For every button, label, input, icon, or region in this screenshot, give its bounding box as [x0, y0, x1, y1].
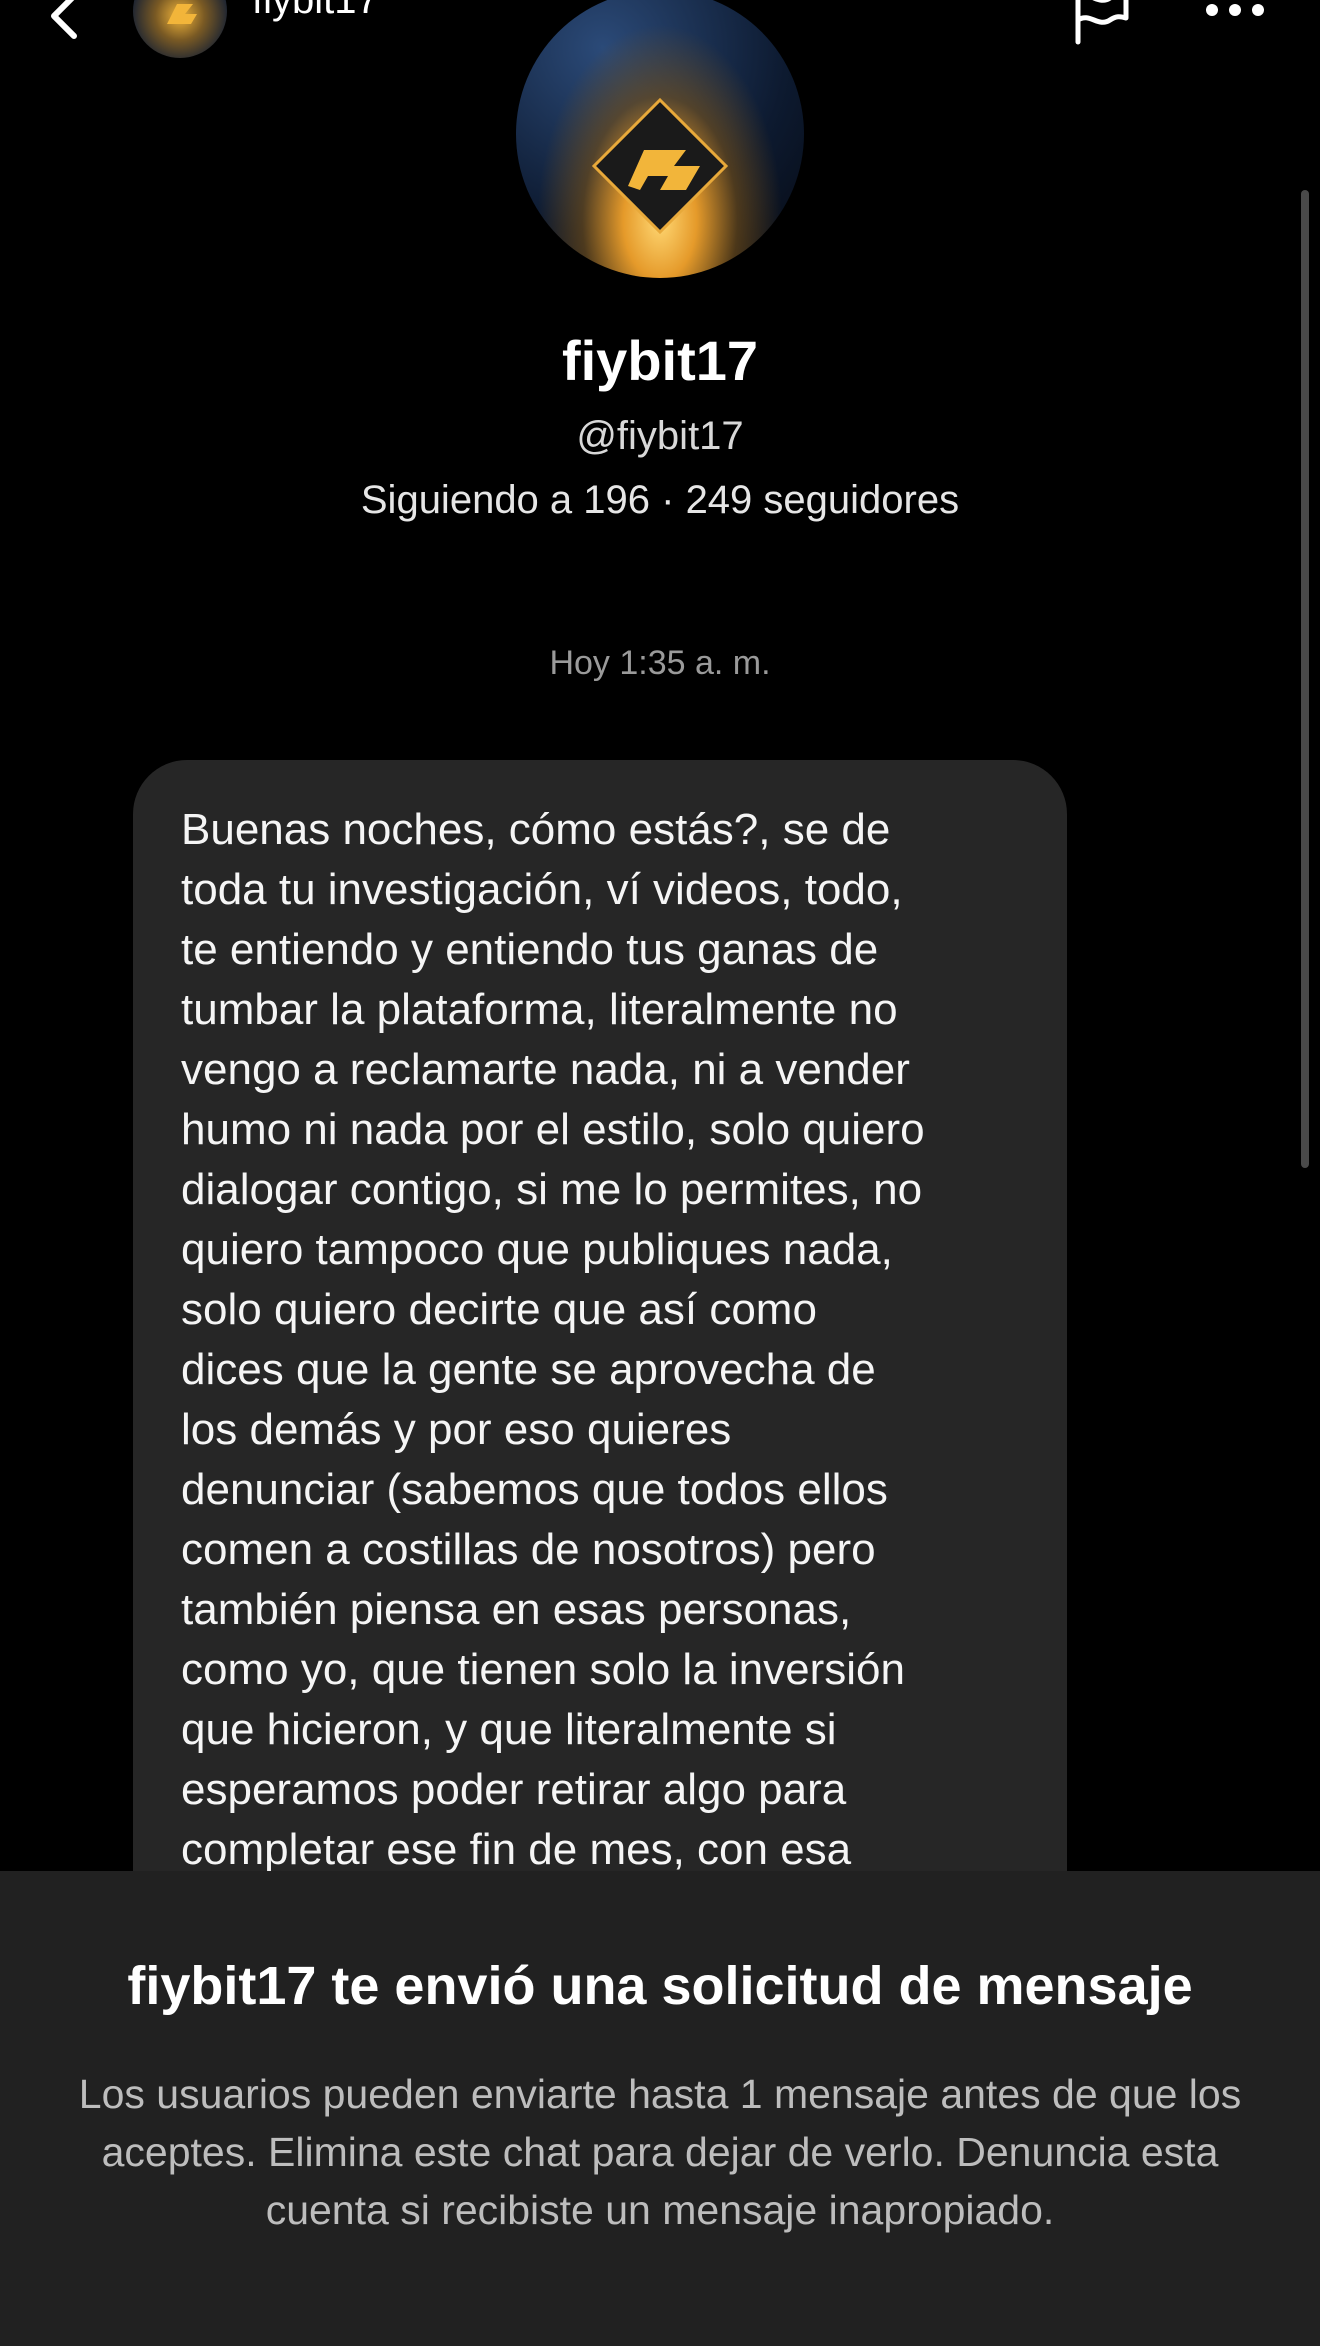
message-request-sheet: fiybit17 te envió una solicitud de mensa…: [0, 1871, 1320, 2346]
logo-icon: [591, 97, 729, 235]
header-username[interactable]: fiybit17: [252, 0, 379, 23]
profile-stats: Siguiendo a 196 · 249 seguidores: [360, 478, 960, 522]
back-button[interactable]: [40, 0, 100, 40]
flag-icon: [1075, 0, 1129, 45]
message-text: Buenas noches, cómo estás?, se de toda t…: [181, 805, 925, 1874]
profile-handle: @fiybit17: [576, 414, 744, 458]
message-bubble[interactable]: Buenas noches, cómo estás?, se de toda t…: [133, 760, 1067, 1960]
more-options-button[interactable]: [1200, 0, 1270, 32]
back-arrow-icon: [51, 0, 77, 39]
report-flag-button[interactable]: [1070, 0, 1134, 46]
chat-screen: fiybit17 fiybit17 @fiybit17 Siguiendo a …: [0, 0, 1320, 2346]
request-description: Los usuarios pueden enviarte hasta 1 men…: [78, 2071, 1242, 2233]
logo-icon: [167, 4, 197, 24]
request-title: fiybit17 te envió una solicitud de mensa…: [127, 1956, 1193, 2016]
message-timestamp: Hoy 1:35 a. m.: [549, 644, 771, 682]
header-avatar[interactable]: [133, 0, 227, 58]
more-icon: [1206, 4, 1264, 16]
profile-avatar[interactable]: [516, 0, 804, 278]
profile-name: fiybit17: [561, 329, 759, 392]
